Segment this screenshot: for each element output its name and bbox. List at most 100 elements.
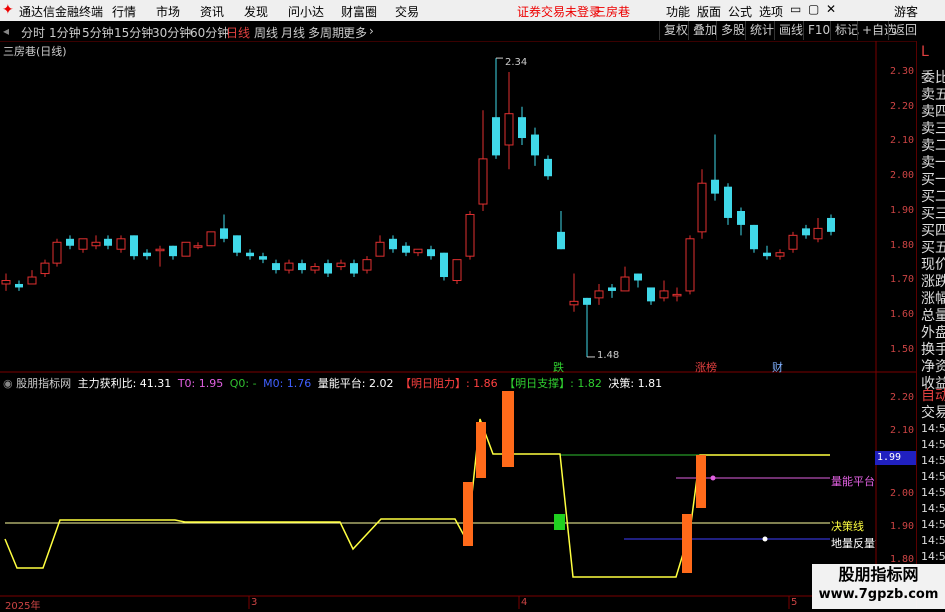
candle-body [336, 262, 346, 268]
candle-body [750, 224, 758, 250]
y-tick: 2.20 [890, 392, 915, 403]
candle-body [775, 252, 785, 257]
indicator-value: M0: 1.76 [263, 377, 312, 390]
menu-shichang[interactable]: 市场 [156, 3, 180, 20]
candle-body [711, 179, 719, 194]
menu-wenxiaoda[interactable]: 问小达 [288, 3, 324, 20]
candle-body [569, 300, 579, 306]
period-15min[interactable]: 15分钟 [114, 24, 153, 41]
line-label-liangneng: 量能平台 [831, 475, 875, 488]
period-multi[interactable]: 多周期 [308, 24, 344, 41]
candle-body [169, 245, 177, 257]
y-tick: 1.60 [890, 309, 915, 320]
menu-xuanxiang[interactable]: 选项 [759, 3, 783, 20]
period-5min[interactable]: 5分钟 [82, 24, 114, 41]
candle-body [647, 287, 655, 302]
candle-body [259, 256, 267, 260]
candle-body [1, 280, 11, 285]
indicator-name[interactable]: 股朋指标网 [16, 377, 71, 390]
y-tick: 2.00 [890, 488, 915, 499]
panel-L[interactable]: L [921, 44, 929, 60]
candle-body [193, 245, 203, 248]
indicator-value: 量能平台: 2.02 [317, 377, 394, 390]
minimize-icon[interactable]: ▭ [790, 2, 801, 16]
panel-time: 14:56 [921, 550, 945, 563]
period-60min[interactable]: 60分钟 [190, 24, 229, 41]
menu-hangqing[interactable]: 行情 [112, 3, 136, 20]
y-tick: 1.90 [890, 521, 915, 532]
candle-body [310, 266, 320, 271]
panel-time: 14:56 [921, 454, 945, 467]
menu-banmian[interactable]: 版面 [697, 3, 721, 20]
candle-body [427, 249, 435, 257]
y-tick: 2.10 [890, 135, 915, 146]
period-daily[interactable]: 日线 [226, 24, 250, 41]
btn-fanhui[interactable]: 返回 [888, 21, 921, 40]
menu-jiaoyi[interactable]: 交易 [395, 3, 419, 20]
period-monthly[interactable]: 月线 [281, 24, 305, 41]
close-icon[interactable]: ✕ [826, 2, 836, 16]
current-value-badge: 1.99 [875, 451, 917, 465]
candle-body [504, 113, 514, 146]
candle-body [697, 182, 707, 233]
period-more[interactable]: 更多 [343, 24, 367, 41]
watermark: 股朋指标网 www.7gpzb.com [812, 564, 945, 609]
indicator-value: 【明日阻力】: 1.86 [399, 377, 498, 390]
candle-body [478, 158, 488, 205]
left-arrow-icon[interactable]: ◂ [3, 24, 9, 38]
candle-body [672, 293, 682, 297]
event-marker-cai[interactable]: 财 [772, 359, 783, 375]
candle-body [518, 117, 526, 139]
chevron-right-icon[interactable]: › [369, 24, 374, 38]
signal-bar [463, 482, 473, 546]
app-title: 通达信金融终端 [19, 5, 104, 19]
candle-body [78, 238, 88, 250]
indicator-value: Q0: - [229, 377, 257, 390]
period-weekly[interactable]: 周线 [254, 24, 278, 41]
menubar: ✦ 通达信金融终端 行情 市场 资讯 发现 问小达 财富圈 交易 证券交易未登录… [0, 0, 945, 21]
y-tick: 2.30 [890, 66, 915, 77]
candle-body [389, 238, 397, 250]
candle-body [206, 231, 216, 247]
candle-body [583, 297, 591, 305]
login-notice[interactable]: 证券交易未登录 [517, 3, 601, 20]
candle-body [402, 245, 410, 253]
event-marker-zhangbang[interactable]: 涨榜 [695, 359, 717, 375]
kline-chart[interactable] [0, 41, 916, 609]
menu-faxian[interactable]: 发现 [244, 3, 268, 20]
candle-body [350, 263, 358, 274]
candle-body [608, 287, 616, 291]
panel-time: 14:56 [921, 502, 945, 515]
candle-body [246, 252, 254, 257]
period-fenshi[interactable]: 分时 [21, 24, 45, 41]
menu-gongshi[interactable]: 公式 [728, 3, 752, 20]
candle-body [465, 213, 475, 257]
candle-body [659, 290, 669, 299]
candle-body [594, 290, 604, 299]
green-signal-bar [554, 514, 565, 530]
candle-body [143, 252, 151, 257]
candle-body [130, 235, 138, 257]
y-tick: 1.70 [890, 274, 915, 285]
candle-body [685, 238, 695, 292]
candle-body [375, 241, 385, 257]
candle-body [91, 241, 101, 247]
menu-gongneng[interactable]: 功能 [666, 3, 690, 20]
period-1min[interactable]: 1分钟 [49, 24, 81, 41]
x-label: 2025年 [5, 601, 41, 612]
y-tick: 2.10 [890, 425, 915, 436]
guest-label[interactable]: 游客 [894, 3, 918, 20]
restore-icon[interactable]: ▢ [808, 2, 819, 16]
indicator-toggle-icon[interactable]: ◉ [3, 377, 13, 390]
candle-body [452, 259, 462, 281]
low-price-label: 1.48 [597, 350, 620, 361]
period-30min[interactable]: 30分钟 [152, 24, 191, 41]
candle-body [827, 217, 835, 232]
menu-zixun[interactable]: 资讯 [200, 3, 224, 20]
menu-caifuquan[interactable]: 财富圈 [341, 3, 377, 20]
candle-body [15, 283, 23, 288]
panel-trade[interactable]: 交易 [921, 402, 945, 422]
event-marker-die[interactable]: 跌 [553, 359, 564, 375]
energy-platform-dot [710, 475, 716, 481]
candle-body [181, 241, 191, 257]
